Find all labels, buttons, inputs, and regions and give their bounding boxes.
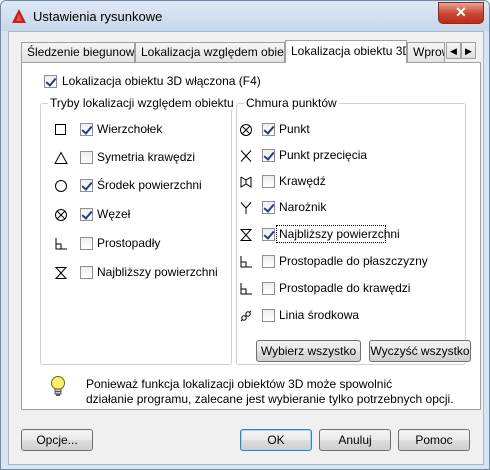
edge-icon: [240, 176, 252, 188]
object-snap-modes-group: [40, 103, 232, 365]
perpendicular-icon: [240, 256, 252, 268]
vertex-checkbox[interactable]: [80, 123, 93, 136]
pc-perp-to-edge-checkbox[interactable]: [262, 282, 275, 295]
pc-corner-checkbox[interactable]: [262, 201, 275, 214]
focus-indicator: [276, 225, 386, 243]
tab-scroll-right-button[interactable]: ▶: [461, 42, 476, 59]
tab-3d-object-snap[interactable]: Lokalizacja obiektu 3D: [285, 40, 407, 63]
select-all-button[interactable]: Wybierz wszystko: [256, 340, 361, 362]
autocad-logo-icon: [12, 9, 26, 23]
dialog-client-area: Śledzenie biegunowe Lokalizacja względem…: [8, 31, 484, 465]
pc-edge-checkbox[interactable]: [262, 175, 275, 188]
perpendicular-icon: [55, 238, 67, 250]
tab-polar-tracking[interactable]: Śledzenie biegunowe: [21, 42, 135, 62]
tab-dynamic-input[interactable]: Wprow: [407, 42, 445, 62]
ok-button[interactable]: OK: [240, 429, 312, 451]
lightbulb-icon: [51, 376, 65, 396]
help-button[interactable]: Pomoc: [398, 429, 470, 451]
enable-3d-osnap-checkbox[interactable]: [44, 75, 57, 88]
perpendicular-label: Prostopadły: [97, 236, 161, 250]
pc-perp-to-plane-label: Prostopadle do płaszczyzny: [279, 254, 428, 268]
pc-perp-to-edge-label: Prostopadle do krawędzi: [279, 281, 411, 295]
title-bar[interactable]: Ustawienia rysunkowe ✕: [1, 1, 489, 31]
cancel-button[interactable]: Anuluj: [319, 429, 391, 451]
close-button[interactable]: ✕: [438, 2, 484, 24]
pc-node-label: Punkt: [279, 122, 310, 136]
circle-icon: [55, 180, 67, 192]
nearest-to-face-checkbox[interactable]: [80, 266, 93, 279]
triangle-icon: [54, 151, 68, 164]
face-center-checkbox[interactable]: [80, 179, 93, 192]
intersection-icon: [240, 150, 252, 162]
window-title: Ustawienia rysunkowe: [33, 9, 163, 24]
options-button[interactable]: Opcje...: [21, 429, 93, 451]
pc-centerline-checkbox[interactable]: [262, 309, 275, 322]
pc-intersection-checkbox[interactable]: [262, 149, 275, 162]
node-icon: [55, 209, 67, 221]
pc-edge-label: Krawędź: [279, 174, 326, 188]
nearest-to-face-label: Najbliższy powierzchni: [97, 265, 218, 279]
vertex-label: Wierzchołek: [97, 122, 163, 136]
corner-icon: [240, 202, 252, 214]
square-icon: [55, 124, 66, 135]
perpendicular-icon: [240, 283, 252, 295]
tab-panel-3d-osnap: Lokalizacja obiektu 3D włączona (F4) Try…: [21, 62, 481, 410]
edge-midpoint-label: Symetria krawędzi: [97, 150, 196, 164]
node-icon: [240, 124, 252, 136]
node-checkbox[interactable]: [80, 208, 93, 221]
nearest-icon: [54, 267, 68, 279]
object-snap-modes-group-title: Tryby lokalizacji względem obiektu: [48, 96, 236, 110]
enable-3d-osnap-label: Lokalizacja obiektu 3D włączona (F4): [62, 74, 261, 88]
node-label: Węzeł: [97, 207, 131, 221]
tab-object-snap[interactable]: Lokalizacja względem obiektu: [135, 42, 285, 62]
pc-node-checkbox[interactable]: [262, 123, 275, 136]
edge-midpoint-checkbox[interactable]: [80, 151, 93, 164]
tab-scroll-left-button[interactable]: ◀: [446, 42, 461, 59]
pc-nearest-to-plane-checkbox[interactable]: [262, 228, 275, 241]
info-text-line-2: działanie programu, zalecane jest wybier…: [86, 392, 454, 406]
pc-intersection-label: Punkt przecięcia: [279, 148, 368, 162]
perpendicular-checkbox[interactable]: [80, 237, 93, 250]
nearest-icon: [239, 229, 253, 241]
dialog-window: Ustawienia rysunkowe ✕ Śledzenie bieguno…: [0, 0, 490, 470]
face-center-label: Środek powierzchni: [97, 178, 202, 192]
point-cloud-group-title: Chmura punktów: [244, 96, 339, 110]
pc-corner-label: Narożnik: [279, 200, 327, 214]
pc-perp-to-plane-checkbox[interactable]: [262, 255, 275, 268]
clear-all-button[interactable]: Wyczyść wszystko: [369, 340, 471, 362]
pc-centerline-label: Linia środkowa: [279, 308, 360, 322]
centerline-icon: [240, 310, 252, 322]
info-text-line-1: Ponieważ funkcja lokalizacji obiektów 3D…: [86, 377, 393, 391]
